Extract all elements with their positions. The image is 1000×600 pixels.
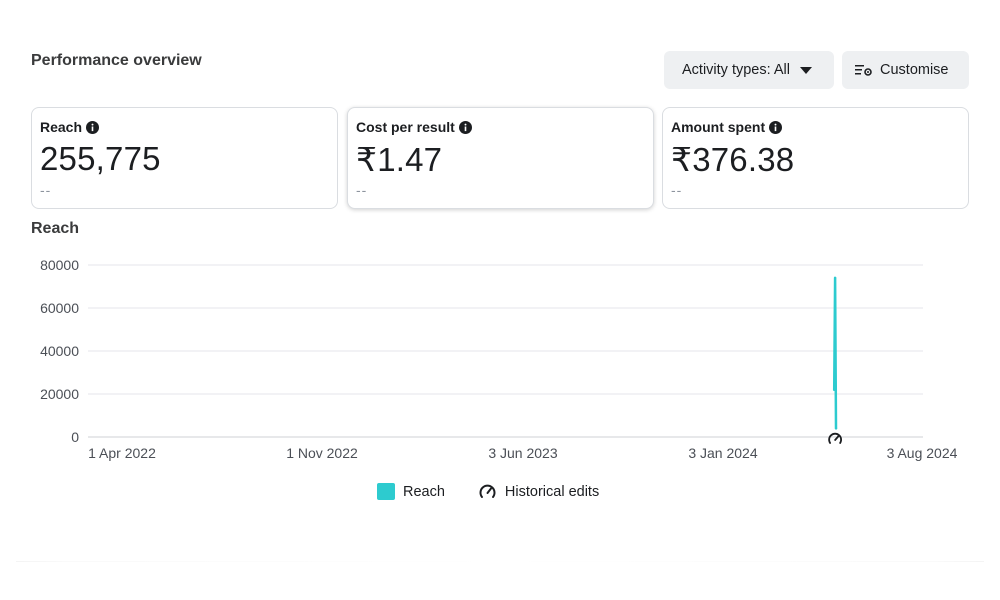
caret-down-icon [799,66,812,74]
metric-card-amount-spent[interactable]: Amount spent ₹376.38 -- [662,107,969,209]
metric-label: Cost per result [356,119,455,135]
activity-types-label: Activity types: All [682,62,790,78]
section-divider [16,561,984,562]
metric-card-header: Amount spent [671,119,783,135]
series-line-reach[interactable] [832,276,838,430]
info-icon[interactable] [86,120,100,134]
page-title: Performance overview [31,52,202,69]
y-tick-label: 60000 [40,300,79,316]
y-tick-label: 0 [71,429,79,445]
x-tick-label: 1 Apr 2022 [88,445,156,461]
customise-icon [855,65,872,76]
metric-card-reach[interactable]: Reach 255,775 -- [31,107,338,209]
legend-label-reach: Reach [403,483,445,500]
x-tick-label: 3 Jan 2024 [688,445,757,461]
y-tick-label: 80000 [40,257,79,273]
metric-card-header: Reach [40,119,100,135]
data-point[interactable] [833,276,837,280]
info-icon[interactable] [769,120,783,134]
customise-button[interactable]: Customise [842,51,969,89]
metric-card-cost-per-result[interactable]: Cost per result ₹1.47 -- [347,107,654,209]
legend-label-historical-edits: Historical edits [504,483,600,500]
data-point[interactable] [832,388,836,391]
customise-label: Customise [880,62,949,78]
x-tick-label: 3 Jun 2023 [488,445,557,461]
chart-legend: Reach Historical edits [377,483,599,500]
metric-label: Reach [40,119,83,135]
metric-delta: -- [356,182,368,198]
activity-types-dropdown[interactable]: Activity types: All [664,51,834,89]
metric-value: 255,775 [40,140,161,177]
metric-card-header: Cost per result [356,119,472,135]
metric-value: ₹1.47 [356,141,443,178]
metric-label: Amount spent [671,119,766,135]
y-tick-label: 40000 [40,343,79,359]
reach-line-chart: 0 20000 40000 60000 80000 1 Apr 2022 1 Nov 202… [40,257,958,461]
legend-swatch-reach [377,483,395,500]
gauge-icon [479,484,496,498]
legend-item-reach[interactable]: Reach [377,483,445,500]
info-icon[interactable] [458,120,472,134]
x-tick-label: 3 Aug 2024 [887,445,958,461]
x-tick-label: 1 Nov 2022 [286,445,358,461]
metric-delta: -- [671,182,683,198]
historical-edit-marker[interactable] [828,432,842,444]
y-tick-label: 20000 [40,386,79,402]
legend-item-historical-edits[interactable]: Historical edits [478,483,599,500]
metric-delta: -- [40,182,52,198]
data-point[interactable] [834,427,838,430]
chart-title: Reach [31,220,80,237]
metric-value: ₹376.38 [671,141,795,178]
